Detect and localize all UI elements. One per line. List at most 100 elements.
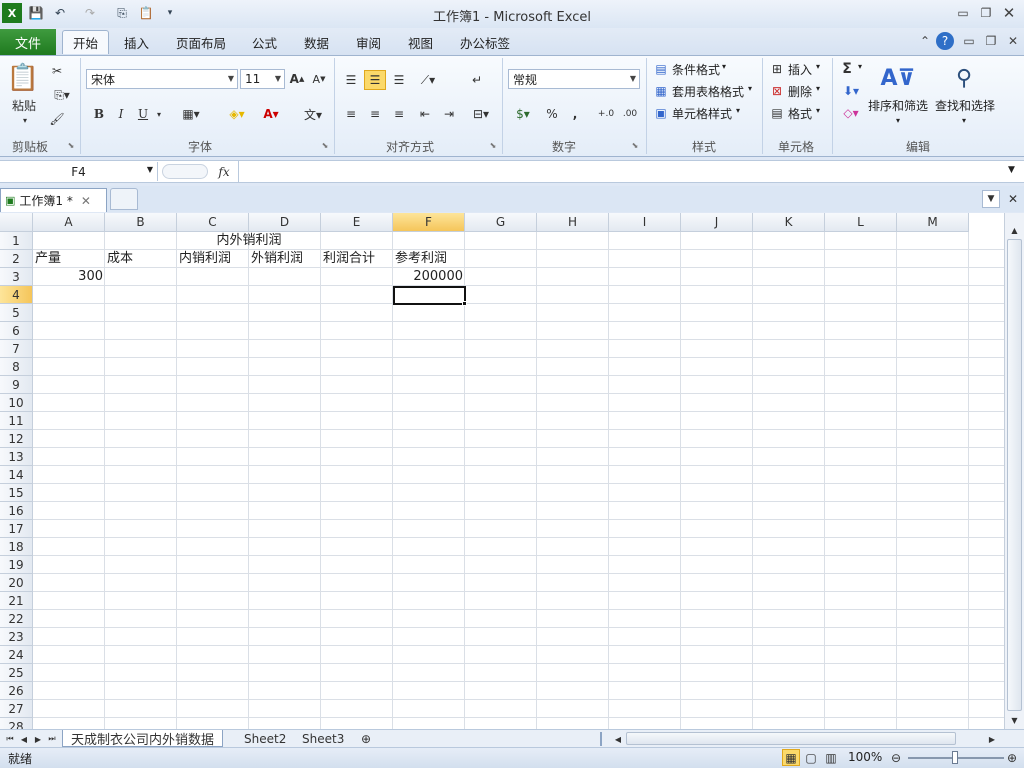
page-layout-view-icon[interactable]: ▢ [802, 749, 820, 766]
increase-decimal-icon[interactable]: +.0 [596, 104, 616, 124]
fill-handle[interactable] [462, 301, 467, 306]
cell-f3[interactable]: 200000 [393, 268, 465, 286]
paste-button[interactable]: 粘贴 [6, 96, 42, 114]
clipboard-launcher-icon[interactable]: ⬊ [66, 140, 76, 150]
zoom-level[interactable]: 100% [848, 750, 882, 764]
last-sheet-icon[interactable]: ⏭ [46, 732, 58, 746]
normal-view-icon[interactable]: ▦ [782, 749, 800, 766]
workbook-close-icon[interactable]: ✕ [1002, 32, 1024, 50]
row-header[interactable]: 10 [0, 394, 33, 412]
font-size-select[interactable]: 11 ▼ [240, 69, 285, 89]
decrease-decimal-icon[interactable]: .00 [620, 104, 640, 124]
insert-function-button[interactable]: fx [212, 162, 236, 181]
cell-d2[interactable]: 外销利润 [249, 250, 305, 268]
conditional-format-icon[interactable]: ▤ [652, 60, 670, 78]
paste-icon[interactable]: 📋 [136, 3, 156, 23]
tab-insert[interactable]: 插入 [114, 30, 159, 54]
fill-color-icon[interactable]: ◈▾ [222, 104, 252, 124]
zoom-slider-thumb[interactable] [952, 751, 958, 764]
chevron-down-icon[interactable]: ▾ [896, 116, 900, 125]
number-launcher-icon[interactable]: ⬊ [630, 140, 640, 150]
row-header[interactable]: 13 [0, 448, 33, 466]
column-header[interactable]: H [537, 213, 609, 232]
chevron-down-icon[interactable]: ▾ [816, 84, 820, 93]
insert-cells-icon[interactable]: ⊞ [768, 60, 786, 78]
shrink-font-icon[interactable]: A ▼ [310, 69, 328, 89]
row-header[interactable]: 9 [0, 376, 33, 394]
sheet-tab-active[interactable]: 天成制衣公司内外销数据 [62, 730, 224, 748]
increase-indent-icon[interactable]: ⇥ [438, 104, 460, 124]
row-header[interactable]: 2 [0, 250, 33, 268]
row-header[interactable]: 22 [0, 610, 33, 628]
format-painter-icon[interactable]: 🖌 [48, 110, 66, 128]
tab-view[interactable]: 视图 [398, 30, 443, 54]
name-box[interactable]: F4 ▼ [0, 162, 158, 181]
column-header[interactable]: E [321, 213, 393, 232]
help-icon[interactable]: ? [936, 32, 954, 50]
row-header[interactable]: 11 [0, 412, 33, 430]
column-header[interactable]: A [33, 213, 105, 232]
insert-button[interactable]: 插入 [788, 61, 812, 78]
redo-icon[interactable]: ↷ [80, 3, 100, 23]
row-header[interactable]: 7 [0, 340, 33, 358]
row-header[interactable]: 17 [0, 520, 33, 538]
row-header[interactable]: 5 [0, 304, 33, 322]
prev-sheet-icon[interactable]: ◀ [18, 732, 30, 746]
workbook-minimize-icon[interactable]: ▭ [958, 32, 980, 50]
column-header[interactable]: J [681, 213, 753, 232]
underline-button[interactable]: U [134, 104, 152, 124]
row-header[interactable]: 4 [0, 286, 33, 304]
row-header[interactable]: 3 [0, 268, 33, 286]
find-select-icon[interactable]: ⚲ [946, 60, 982, 96]
tab-page-layout[interactable]: 页面布局 [166, 30, 236, 54]
row-header[interactable]: 27 [0, 700, 33, 718]
sheet-tab[interactable]: Sheet2 [236, 730, 294, 747]
phonetic-icon[interactable]: 文▾ [298, 104, 328, 124]
minimize-ribbon-icon[interactable]: ⌃ [914, 32, 936, 50]
zoom-out-icon[interactable]: ⊖ [888, 749, 904, 766]
restore-icon[interactable]: ❐ [975, 4, 997, 22]
chevron-down-icon[interactable]: ▾ [962, 116, 966, 125]
merge-center-icon[interactable]: ⊟▾ [466, 104, 496, 124]
tab-data[interactable]: 数据 [294, 30, 339, 54]
row-header[interactable]: 18 [0, 538, 33, 556]
row-header[interactable]: 24 [0, 646, 33, 664]
paste-dropdown-icon[interactable]: ▾ [20, 114, 30, 126]
close-icon[interactable]: ✕ [998, 4, 1020, 22]
row-header[interactable]: 19 [0, 556, 33, 574]
chevron-down-icon[interactable]: ▾ [736, 106, 740, 115]
tab-home[interactable]: 开始 [62, 30, 110, 54]
tab-office-tab[interactable]: 办公标签 [450, 30, 520, 54]
align-right-icon[interactable]: ≡ [388, 104, 410, 124]
active-cell-selection[interactable] [393, 286, 466, 305]
formula-bar-resize-handle[interactable] [162, 164, 208, 179]
column-header[interactable]: D [249, 213, 321, 232]
tab-review[interactable]: 审阅 [346, 30, 391, 54]
alignment-launcher-icon[interactable]: ⬊ [488, 140, 498, 150]
vertical-scroll-thumb[interactable] [1007, 239, 1022, 711]
fill-icon[interactable]: ⬇▾ [838, 82, 864, 100]
borders-icon[interactable]: ▦▾ [176, 104, 206, 124]
grow-font-icon[interactable]: A ▲ [288, 69, 306, 89]
column-header[interactable]: B [105, 213, 177, 232]
align-top-icon[interactable]: ☰ [340, 70, 362, 90]
currency-icon[interactable]: $▾ [508, 104, 538, 124]
close-document-icon[interactable]: ✕ [1004, 190, 1022, 208]
formula-input[interactable] [242, 163, 1002, 181]
workbook-restore-icon[interactable]: ❐ [980, 32, 1002, 50]
tab-list-icon[interactable]: ▼ [982, 190, 1000, 208]
column-header[interactable]: C [177, 213, 249, 232]
chevron-down-icon[interactable]: ▾ [858, 62, 862, 71]
wrap-text-icon[interactable]: ↵ [466, 70, 488, 90]
document-tab[interactable]: ▣ 工作簿1 * ✕ [0, 188, 107, 212]
row-header[interactable]: 8 [0, 358, 33, 376]
save-icon[interactable]: 💾 [26, 3, 46, 23]
vertical-scrollbar[interactable]: ▲ ▼ [1004, 213, 1024, 729]
paste-large-icon[interactable]: 📋 [6, 60, 40, 96]
comma-style-button[interactable]: , [566, 104, 584, 124]
delete-button[interactable]: 删除 [788, 83, 812, 100]
chevron-down-icon[interactable]: ▾ [722, 62, 726, 71]
row-header[interactable]: 21 [0, 592, 33, 610]
row-header[interactable]: 20 [0, 574, 33, 592]
minimize-icon[interactable]: ▭ [952, 4, 974, 22]
